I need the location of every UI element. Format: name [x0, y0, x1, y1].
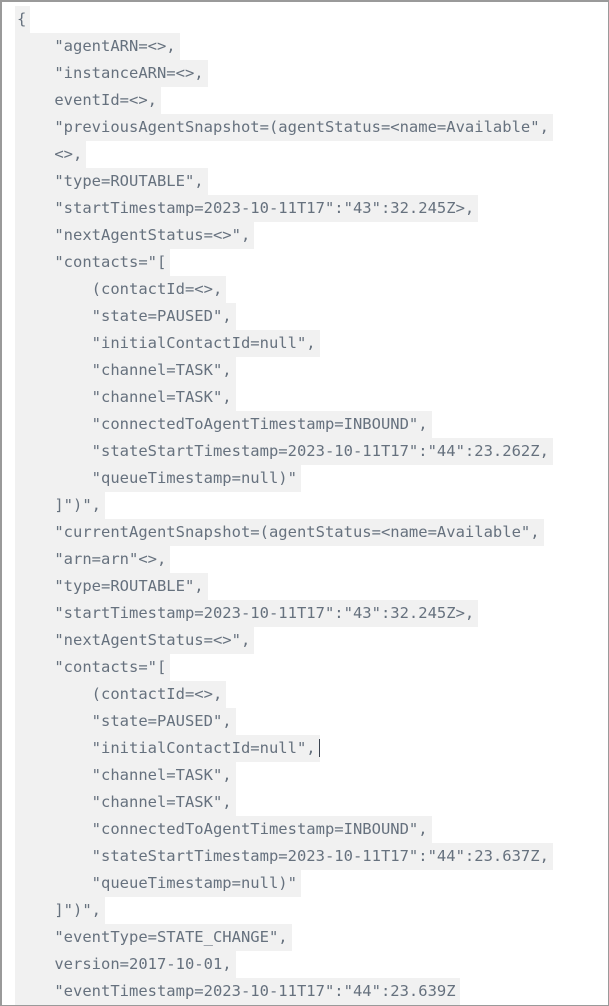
- code-line[interactable]: "contacts="[: [2, 654, 608, 681]
- code-line[interactable]: "eventTimestamp=2023-10-11T17":"44":23.6…: [2, 978, 608, 1005]
- json-code-panel[interactable]: { "agentARN=<>, "instanceARN=<>, eventId…: [0, 0, 609, 1006]
- code-line[interactable]: "initialContactId=null",: [2, 330, 608, 357]
- code-line[interactable]: "arn=arn"<>,: [2, 546, 608, 573]
- code-line-text: ]")",: [15, 492, 105, 519]
- code-line-text: "connectedToAgentTimestamp=INBOUND",: [15, 411, 432, 438]
- code-line[interactable]: "connectedToAgentTimestamp=INBOUND",: [2, 411, 608, 438]
- code-line-text: "stateStartTimestamp=2023-10-11T17":"44"…: [15, 843, 553, 870]
- code-line-text: "nextAgentStatus=<>",: [15, 627, 255, 654]
- code-line[interactable]: "startTimestamp=2023-10-11T17":"43":32.2…: [2, 600, 608, 627]
- code-line[interactable]: (contactId=<>,: [2, 276, 608, 303]
- code-line[interactable]: "nextAgentStatus=<>",: [2, 222, 608, 249]
- code-line[interactable]: eventId=<>,: [2, 87, 608, 114]
- code-line[interactable]: "nextAgentStatus=<>",: [2, 627, 608, 654]
- code-line-text: "previousAgentSnapshot=(agentStatus=<nam…: [15, 114, 553, 141]
- code-line-text: (contactId=<>,: [15, 276, 227, 303]
- code-line[interactable]: "stateStartTimestamp=2023-10-11T17":"44"…: [2, 843, 608, 870]
- code-line-text: "initialContactId=null",: [15, 330, 320, 357]
- code-line[interactable]: <>,: [2, 141, 608, 168]
- code-line-text: "instanceARN=<>,: [15, 60, 208, 87]
- code-line[interactable]: "instanceARN=<>,: [2, 60, 608, 87]
- code-line-text: "initialContactId=null",: [15, 735, 320, 762]
- code-line-text: "eventTimestamp=2023-10-11T17":"44":23.6…: [15, 978, 460, 1005]
- code-line[interactable]: (contactId=<>,: [2, 681, 608, 708]
- code-line-text: {: [15, 6, 31, 33]
- code-line-text: version=2017-10-01,: [15, 951, 236, 978]
- text-cursor-caret: [318, 739, 320, 757]
- code-line[interactable]: "initialContactId=null",: [2, 735, 608, 762]
- code-line-text: ]")",: [15, 897, 105, 924]
- code-line[interactable]: {: [2, 6, 608, 33]
- code-line-text: "stateStartTimestamp=2023-10-11T17":"44"…: [15, 438, 553, 465]
- code-line-text: "state=PAUSED",: [15, 708, 236, 735]
- code-line-text: "currentAgentSnapshot=(agentStatus=<name…: [15, 519, 544, 546]
- code-line-text: (contactId=<>,: [15, 681, 227, 708]
- code-line-text: "channel=TASK",: [15, 789, 236, 816]
- code-line[interactable]: "channel=TASK",: [2, 789, 608, 816]
- code-line[interactable]: "type=ROUTABLE",: [2, 573, 608, 600]
- code-line-text: "eventType=STATE_CHANGE",: [15, 924, 292, 951]
- code-line-text: "queueTimestamp=null)": [15, 870, 301, 897]
- code-line-text: "type=ROUTABLE",: [15, 573, 208, 600]
- code-line[interactable]: ]")",: [2, 492, 608, 519]
- code-line-text: "connectedToAgentTimestamp=INBOUND",: [15, 816, 432, 843]
- code-line-text: "queueTimestamp=null)": [15, 465, 301, 492]
- code-line[interactable]: "queueTimestamp=null)": [2, 465, 608, 492]
- code-line-text: "channel=TASK",: [15, 384, 236, 411]
- code-line-text: "nextAgentStatus=<>",: [15, 222, 255, 249]
- code-line[interactable]: "previousAgentSnapshot=(agentStatus=<nam…: [2, 114, 608, 141]
- code-line[interactable]: "state=PAUSED",: [2, 708, 608, 735]
- code-line[interactable]: "type=ROUTABLE",: [2, 168, 608, 195]
- code-line-text: "type=ROUTABLE",: [15, 168, 208, 195]
- code-line-text: <>,: [15, 141, 87, 168]
- code-line[interactable]: "queueTimestamp=null)": [2, 870, 608, 897]
- code-line[interactable]: "agentARN=<>,: [2, 33, 608, 60]
- code-line-text: "channel=TASK",: [15, 762, 236, 789]
- code-line[interactable]: "stateStartTimestamp=2023-10-11T17":"44"…: [2, 438, 608, 465]
- code-line-text: "channel=TASK",: [15, 357, 236, 384]
- code-line-text: eventId=<>,: [15, 87, 161, 114]
- code-line[interactable]: "channel=TASK",: [2, 762, 608, 789]
- code-line[interactable]: "contacts="[: [2, 249, 608, 276]
- code-line[interactable]: "startTimestamp=2023-10-11T17":"43":32.2…: [2, 195, 608, 222]
- code-line-text: "arn=arn"<>,: [15, 546, 171, 573]
- code-line[interactable]: "eventType=STATE_CHANGE",: [2, 924, 608, 951]
- code-line-text: "state=PAUSED",: [15, 303, 236, 330]
- code-line[interactable]: "connectedToAgentTimestamp=INBOUND",: [2, 816, 608, 843]
- code-line[interactable]: "state=PAUSED",: [2, 303, 608, 330]
- code-line[interactable]: "channel=TASK",: [2, 384, 608, 411]
- code-line-text: "startTimestamp=2023-10-11T17":"43":32.2…: [15, 600, 479, 627]
- code-line-text: "contacts="[: [15, 249, 171, 276]
- code-line[interactable]: version=2017-10-01,: [2, 951, 608, 978]
- code-line-list: { "agentARN=<>, "instanceARN=<>, eventId…: [2, 6, 608, 1005]
- code-line[interactable]: ]")",: [2, 897, 608, 924]
- code-line-text: "startTimestamp=2023-10-11T17":"43":32.2…: [15, 195, 479, 222]
- code-line-text: "contacts="[: [15, 654, 171, 681]
- code-line[interactable]: "currentAgentSnapshot=(agentStatus=<name…: [2, 519, 608, 546]
- code-line-text: "agentARN=<>,: [15, 33, 180, 60]
- code-line[interactable]: "channel=TASK",: [2, 357, 608, 384]
